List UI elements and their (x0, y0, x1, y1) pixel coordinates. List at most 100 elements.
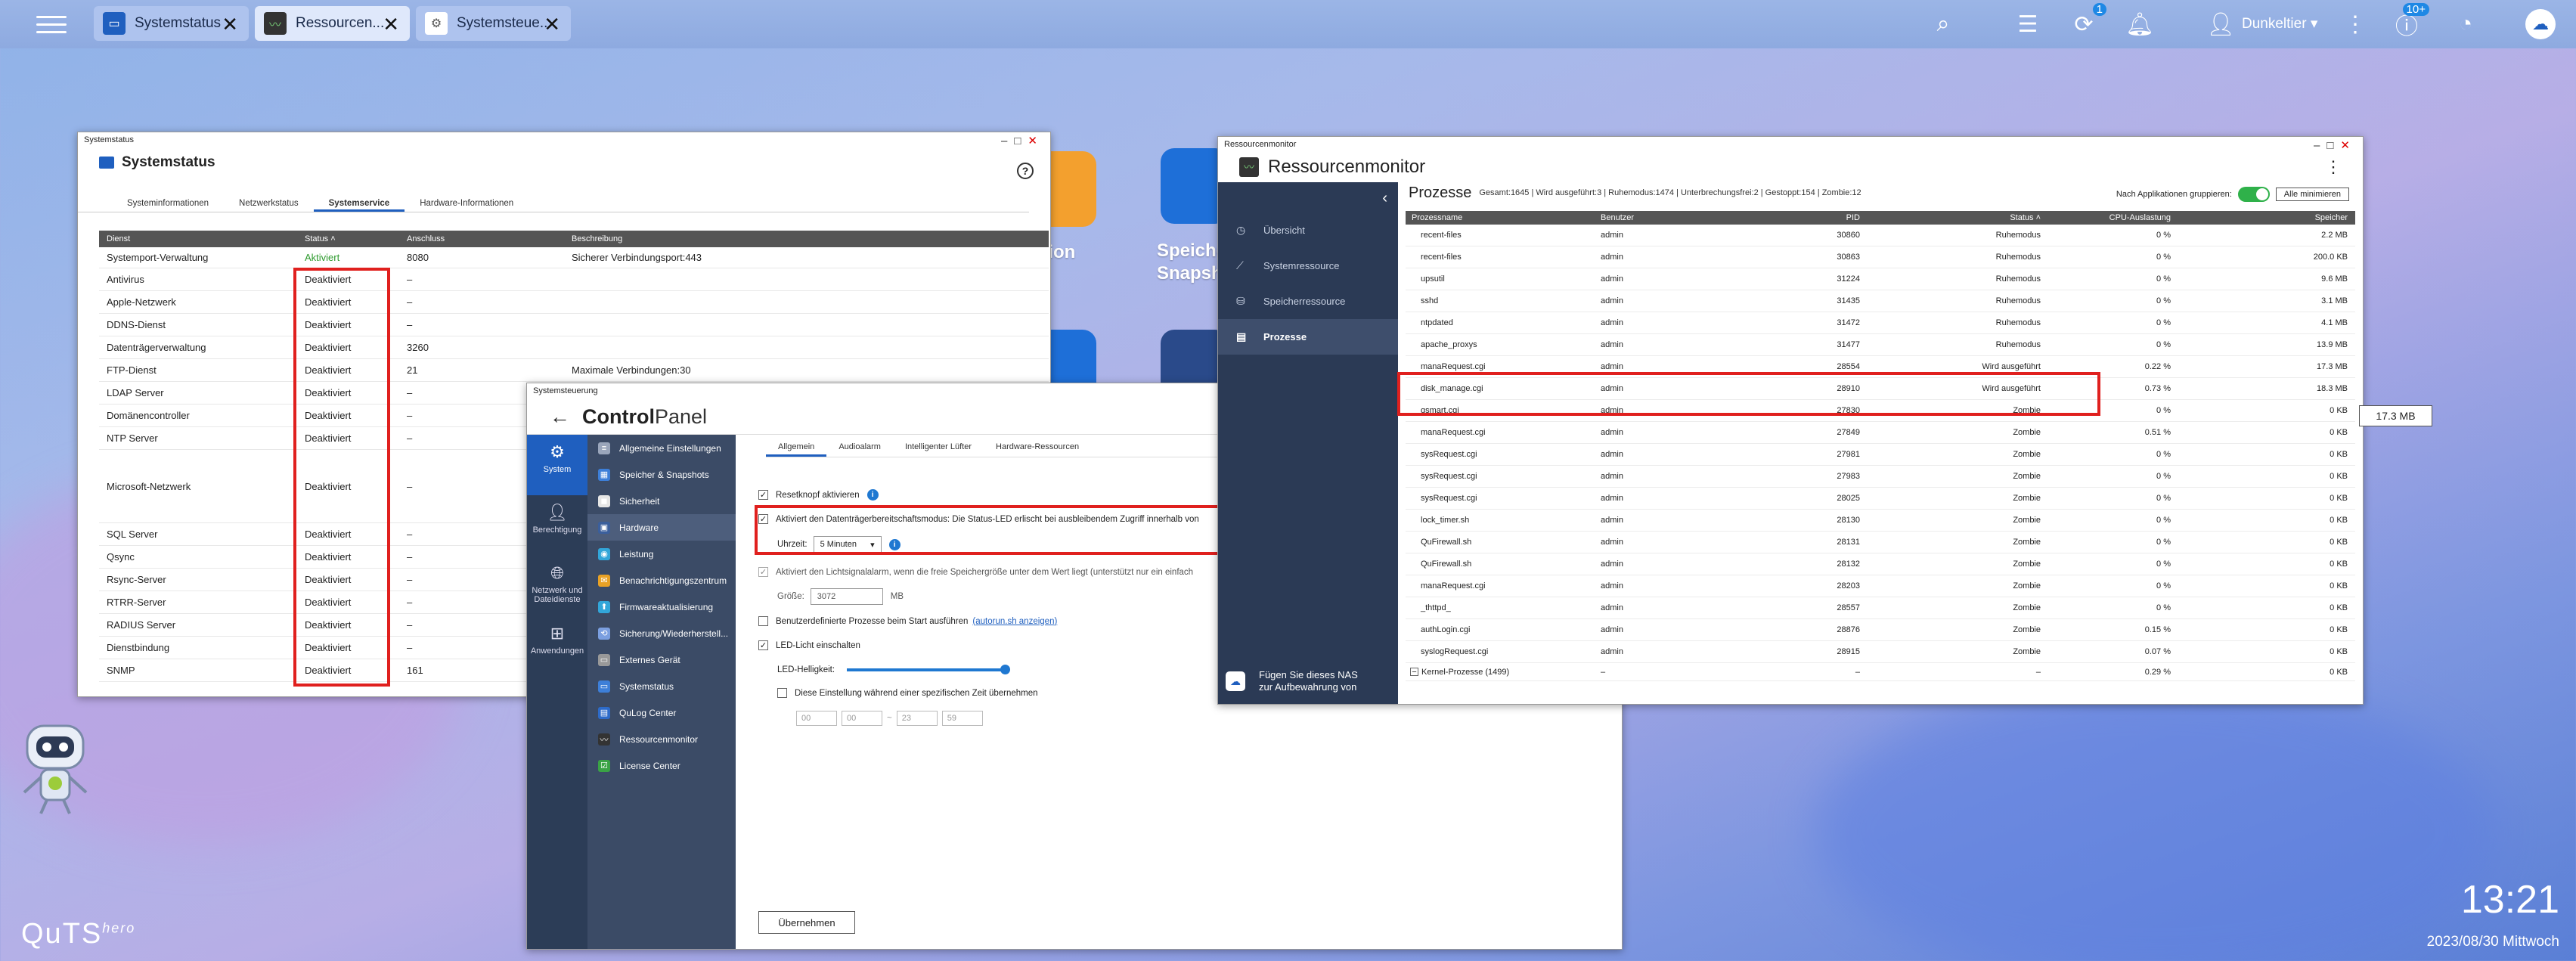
close-icon[interactable]: ✕ (222, 13, 238, 36)
group-toggle[interactable] (2237, 187, 2270, 202)
settings-nav-item[interactable]: ▣ Hardware (587, 514, 736, 541)
close-icon[interactable]: ✕ (1028, 135, 1044, 147)
table-row[interactable]: QuFirewall.sh admin 28132 Zombie 0 % 0 KB (1406, 553, 2355, 575)
table-row[interactable]: lock_timer.sh admin 28130 Zombie 0 % 0 KB (1406, 510, 2355, 532)
sidebar-item-systemressource[interactable]: ⟋ Systemressource (1218, 248, 1398, 284)
table-row[interactable]: recent-files admin 30860 Ruhemodus 0 % 2.2 MB (1406, 225, 2355, 246)
start-hour-select[interactable]: 00 (796, 711, 837, 726)
table-row[interactable]: qsmart.cgi admin 27830 Zombie 0 % 0 KB (1406, 400, 2355, 422)
settings-nav-item[interactable]: ▭ Systemstatus (587, 673, 736, 699)
slider-handle[interactable] (1000, 665, 1011, 674)
table-row[interactable]: _thttpd_ admin 28557 Zombie 0 % 0 KB (1406, 597, 2355, 619)
search-icon[interactable]: ⌕ (1927, 8, 1960, 41)
column-header[interactable]: Dienst (99, 234, 296, 243)
user-icon[interactable]: 👤︎ (2204, 8, 2237, 41)
tab-hardware-informationen[interactable]: Hardware-Informationen (405, 194, 529, 212)
column-header[interactable]: Benutzer (1595, 213, 1742, 222)
tab-systemservice[interactable]: Systemservice (313, 194, 405, 212)
maximize-icon[interactable]: □ (1014, 135, 1028, 147)
dashboard-icon[interactable]: ◔ (2449, 8, 2482, 41)
settings-nav-item[interactable]: ≡ Allgemeine Einstellungen (587, 435, 736, 461)
table-row[interactable]: syslogRequest.cgi admin 28915 Zombie 0.07 % 0… (1406, 641, 2355, 663)
info-icon[interactable]: ⓘ 10+ (2390, 3, 2429, 41)
user-menu[interactable]: Dunkeltier ▾ (2242, 15, 2317, 33)
column-header[interactable]: Status ˄ (296, 234, 398, 243)
table-row[interactable]: manaRequest.cgi admin 28554 Wird ausgeführt… (1406, 356, 2355, 378)
expand-icon[interactable]: − (1410, 668, 1418, 677)
minimize-icon[interactable]: – (2314, 139, 2326, 152)
settings-nav-item[interactable]: ▦ Speicher & Snapshots (587, 461, 736, 488)
table-row[interactable]: sysRequest.cgi admin 28025 Zombie 0 % 0 KB (1406, 488, 2355, 510)
taskbar-tab-systemstatus[interactable]: ▭ Systemstatus ✕ (94, 6, 249, 41)
end-hour-select[interactable]: 23 (896, 711, 938, 726)
column-header[interactable]: Beschreibung (564, 234, 1049, 243)
back-arrow-icon[interactable]: ← (550, 405, 570, 429)
table-row[interactable]: manaRequest.cgi admin 27849 Zombie 0.51 % 0 K… (1406, 422, 2355, 444)
column-header[interactable]: Status ˄ (1868, 213, 2048, 222)
settings-nav-item[interactable]: ▭ Externes Gerät (587, 646, 736, 673)
kernel-row[interactable]: − Kernel-Prozesse (1499) – – – 0.29 % 0 K… (1406, 663, 2355, 681)
column-header[interactable]: Speicher (2178, 213, 2355, 222)
table-row[interactable]: QuFirewall.sh admin 28131 Zombie 0 % 0 KB (1406, 532, 2355, 553)
column-header[interactable]: PID (1742, 213, 1868, 222)
sidebar-item-uebersicht[interactable]: ◷ Übersicht (1218, 212, 1398, 248)
time-select[interactable]: 5 Minuten ▾ (813, 536, 882, 553)
column-header[interactable]: Prozessname (1406, 213, 1595, 222)
nav-berechtigung[interactable]: 👤︎ Berechtigung (527, 495, 587, 556)
settings-nav-item[interactable]: ◉ Leistung (587, 541, 736, 567)
table-row[interactable]: Systemport-Verwaltung Aktiviert 8080 Sicher… (99, 247, 1049, 268)
settings-nav-item[interactable]: 〰 Ressourcenmonitor (587, 726, 736, 752)
tab-systeminformationen[interactable]: Systeminformationen (112, 194, 224, 212)
brightness-slider[interactable] (847, 665, 1011, 674)
end-minute-select[interactable]: 59 (941, 711, 983, 726)
info-icon[interactable]: i (866, 489, 879, 501)
tab-audioalarm[interactable]: Audioalarm (826, 435, 893, 457)
minimize-icon[interactable]: – (1001, 135, 1014, 147)
sidebar-item-prozesse[interactable]: ▤ Prozesse (1218, 319, 1398, 355)
table-row[interactable]: authLogin.cgi admin 28876 Zombie 0.15 % 0 KB (1406, 619, 2355, 641)
column-header[interactable]: CPU-Auslastung (2048, 213, 2178, 222)
start-minute-select[interactable]: 00 (842, 711, 882, 726)
table-row[interactable]: upsutil admin 31224 Ruhemodus 0 % 9.6 MB (1406, 268, 2355, 290)
nav-anwendungen[interactable]: ⊞ Anwendungen (527, 616, 587, 677)
robot-mascot-icon[interactable] (14, 720, 97, 818)
table-row[interactable]: DDNS-Dienst Deaktiviert – (99, 314, 1049, 336)
table-row[interactable]: sysRequest.cgi admin 27981 Zombie 0 % 0 KB (1406, 444, 2355, 466)
tab-hardware-ressourcen[interactable]: Hardware-Ressourcen (984, 435, 1091, 457)
table-row[interactable]: Apple-Netzwerk Deaktiviert – (99, 291, 1049, 314)
promo-banner[interactable]: ☁ Fügen Sie dieses NAS zur Aufbewahrung … (1226, 665, 1390, 698)
settings-nav-item[interactable]: ☑ License Center (587, 752, 736, 779)
chevron-left-icon[interactable]: ‹ (1218, 182, 1398, 212)
size-input[interactable]: 3072 (810, 588, 883, 605)
table-row[interactable]: ntpdated admin 31472 Ruhemodus 0 % 4.1 MB (1406, 312, 2355, 334)
table-row[interactable]: sshd admin 31435 Ruhemodus 0 % 3.1 MB (1406, 290, 2355, 312)
settings-nav-item[interactable]: ▤ QuLog Center (587, 699, 736, 726)
taskbar-tab-ressourcenmonitor[interactable]: 〰 Ressourcen... ✕ (255, 6, 410, 41)
minimize-all-button[interactable]: Alle minimieren (2275, 188, 2349, 201)
autorun-link[interactable]: (autorun.sh anzeigen) (972, 617, 1057, 626)
table-row[interactable]: FTP-Dienst Deaktiviert 21 Maximale Verbindu… (99, 359, 1049, 382)
table-row[interactable]: Antivirus Deaktiviert – (99, 268, 1049, 291)
table-row[interactable]: apache_proxys admin 31477 Ruhemodus 0 % 13.9 … (1406, 334, 2355, 356)
schedule-checkbox[interactable] (777, 688, 787, 698)
led-checkbox[interactable]: ✓ (758, 640, 768, 650)
table-row[interactable]: recent-files admin 30863 Ruhemodus 0 % 200.0 … (1406, 246, 2355, 268)
more-vertical-icon[interactable]: ⋮ (2325, 157, 2342, 177)
nav-system[interactable]: ⚙ System (527, 435, 587, 495)
standby-checkbox[interactable]: ✓ (758, 514, 768, 524)
sync-icon[interactable]: ⟳ 1 (2067, 3, 2106, 41)
maximize-icon[interactable]: □ (2326, 139, 2340, 152)
custom-process-checkbox[interactable] (758, 616, 768, 626)
light-alarm-checkbox[interactable]: ✓ (758, 567, 768, 577)
taskbar-tab-systemsteuerung[interactable]: ⚙ Systemsteue... ✕ (416, 6, 571, 41)
close-icon[interactable]: ✕ (383, 13, 399, 36)
nav-netzwerk[interactable]: 🌐︎ Netzwerk und Dateidienste (527, 556, 587, 616)
main-menu-icon[interactable] (36, 9, 67, 39)
table-row[interactable]: sysRequest.cgi admin 27983 Zombie 0 % 0 KB (1406, 466, 2355, 488)
task-list-icon[interactable]: ☰ (2011, 8, 2044, 41)
cloud-icon[interactable]: ☁ (2525, 9, 2556, 39)
settings-nav-item[interactable]: ✉ Benachrichtigungszentrum (587, 567, 736, 594)
table-row[interactable]: manaRequest.cgi admin 28203 Zombie 0 % 0 KB (1406, 575, 2355, 597)
column-header[interactable]: Anschluss (398, 234, 564, 243)
bell-icon[interactable]: 🔔︎ (2123, 8, 2156, 41)
